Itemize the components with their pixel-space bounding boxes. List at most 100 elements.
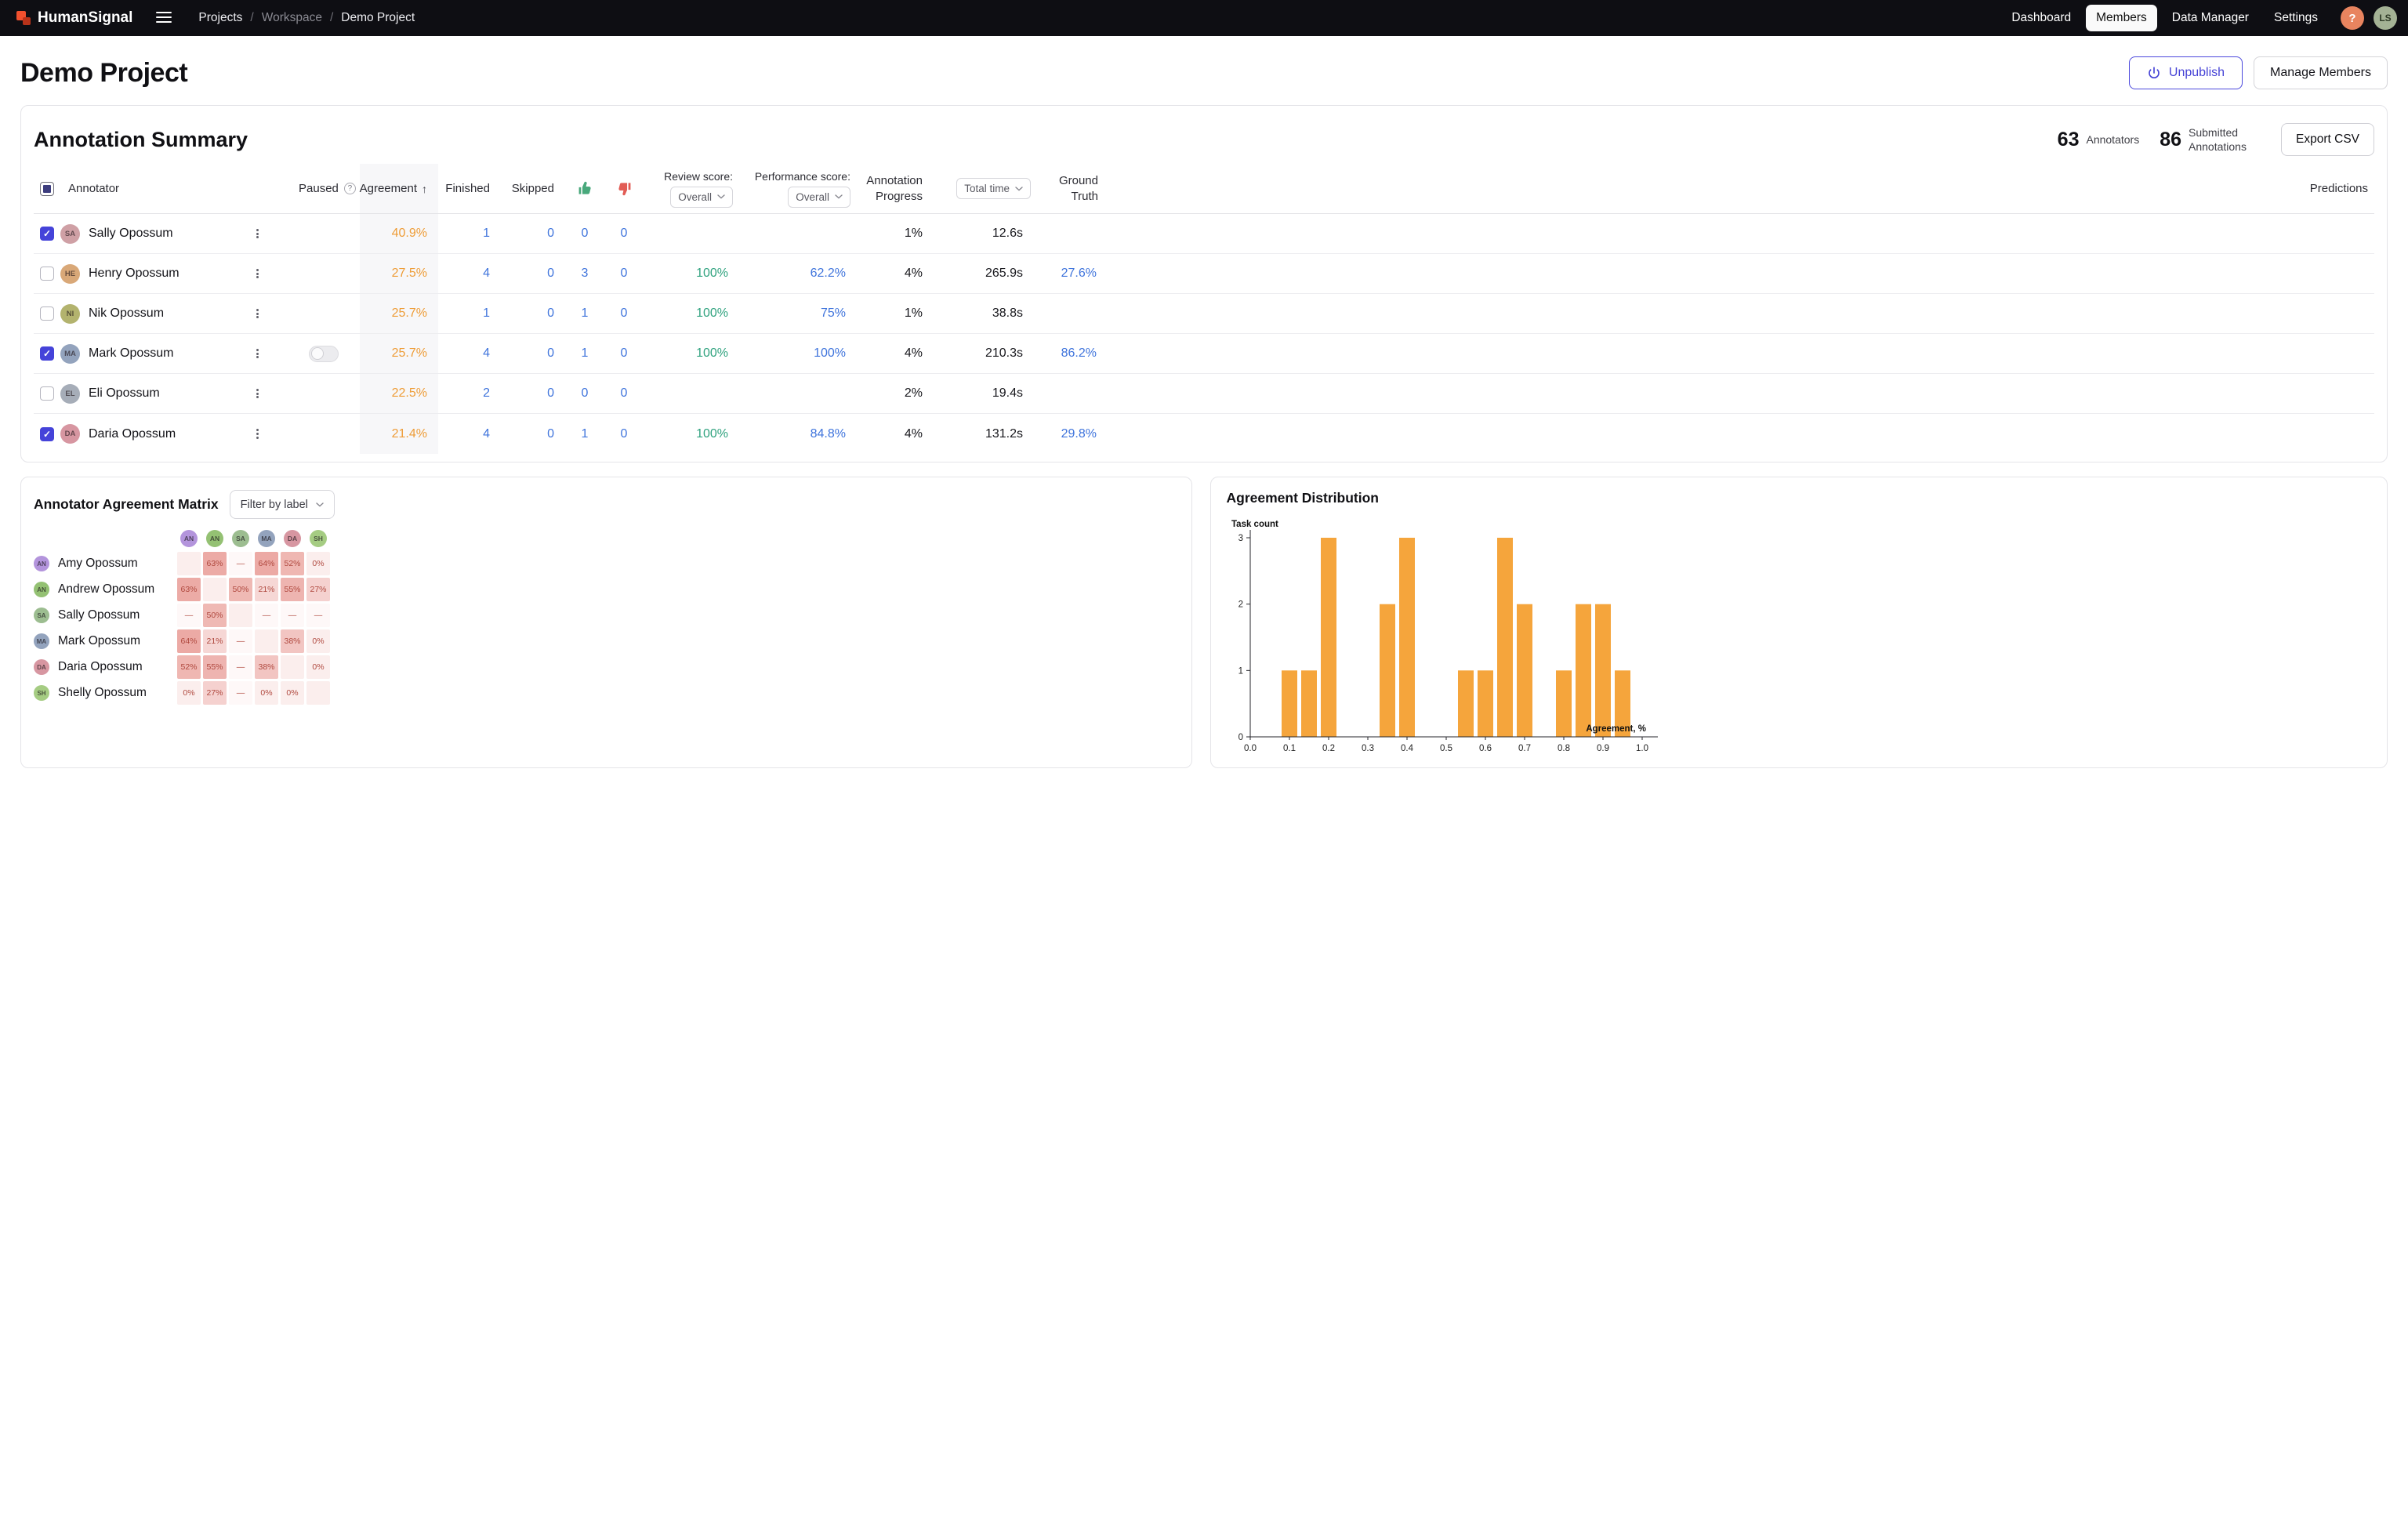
accepted-count[interactable]: 1	[582, 346, 589, 361]
performance-score-value[interactable]: 84.8%	[811, 427, 846, 441]
skipped-count[interactable]: 0	[547, 427, 554, 441]
skipped-cell: 0	[501, 414, 565, 454]
total-time-cell: 38.8s	[934, 294, 1034, 333]
row-menu-icon[interactable]	[254, 225, 261, 242]
row-menu-icon[interactable]	[254, 426, 261, 443]
agreement-distribution-chart: 01230.00.10.20.30.40.50.60.70.80.91.0Tas…	[1227, 511, 2372, 762]
skipped-count[interactable]: 0	[547, 386, 554, 401]
skipped-count[interactable]: 0	[547, 267, 554, 281]
filter-by-label-select[interactable]: Filter by label	[230, 490, 335, 519]
review-score-value[interactable]: 100%	[696, 427, 728, 441]
annotator-name[interactable]: Mark Opossum	[89, 346, 173, 361]
row-menu-icon[interactable]	[254, 345, 261, 362]
review-score-value[interactable]: 100%	[696, 306, 728, 321]
rejected-cell: 0	[604, 294, 644, 333]
table-body: SASally Opossum40.9%10001%12.6sHEHenry O…	[34, 214, 2374, 454]
performance-score-value[interactable]: 75%	[821, 306, 846, 321]
performance-score-select[interactable]: Overall	[788, 187, 850, 208]
breadcrumb: Projects/Workspace/Demo Project	[198, 11, 415, 25]
row-checkbox[interactable]	[40, 427, 54, 441]
avatar: MA	[60, 344, 80, 364]
nav-link-settings[interactable]: Settings	[2264, 5, 2328, 31]
accepted-cell: 3	[565, 254, 604, 293]
row-checkbox[interactable]	[40, 386, 54, 401]
column-agreement-header[interactable]: Agreement ↑	[360, 164, 438, 213]
matrix-cell: 0%	[306, 655, 330, 679]
ground-truth-value[interactable]: 86.2%	[1061, 346, 1097, 361]
breadcrumb-projects[interactable]: Projects	[198, 11, 242, 25]
matrix-cell: 64%	[177, 629, 201, 653]
skipped-count[interactable]: 0	[547, 346, 554, 361]
hamburger-menu-icon[interactable]	[150, 8, 178, 29]
review-score-value[interactable]: 100%	[696, 346, 728, 361]
breadcrumb-workspace[interactable]: Workspace	[262, 11, 322, 25]
accepted-count[interactable]: 0	[582, 227, 589, 241]
row-menu-icon[interactable]	[254, 385, 261, 402]
rejected-count[interactable]: 0	[621, 306, 628, 321]
rejected-count[interactable]: 0	[621, 267, 628, 281]
export-csv-button[interactable]: Export CSV	[2281, 123, 2374, 156]
nav-link-members[interactable]: Members	[2086, 5, 2157, 31]
ground-truth-value[interactable]: 29.8%	[1061, 427, 1097, 441]
row-checkbox[interactable]	[40, 306, 54, 321]
histogram-bar	[1282, 670, 1297, 737]
skipped-count[interactable]: 0	[547, 306, 554, 321]
review-score-cell: 100%	[644, 414, 739, 454]
annotator-name[interactable]: Henry Opossum	[89, 267, 180, 281]
agreement-distribution-card: Agreement Distribution 01230.00.10.20.30…	[1210, 477, 2388, 768]
row-menu-icon[interactable]	[254, 265, 261, 282]
avatar: SH	[34, 685, 49, 701]
annotator-name[interactable]: Sally Opossum	[89, 227, 173, 241]
annotator-name[interactable]: Eli Opossum	[89, 386, 160, 401]
unpublish-button[interactable]: Unpublish	[2129, 56, 2243, 89]
skipped-cell: 0	[501, 254, 565, 293]
manage-members-button[interactable]: Manage Members	[2254, 56, 2388, 89]
avatar: SH	[310, 530, 327, 547]
finished-count[interactable]: 1	[483, 227, 490, 241]
finished-count[interactable]: 4	[483, 346, 490, 361]
review-score-value[interactable]: 100%	[696, 267, 728, 281]
finished-count[interactable]: 4	[483, 267, 490, 281]
nav-link-dashboard[interactable]: Dashboard	[2001, 5, 2081, 31]
help-button[interactable]: ?	[2341, 6, 2364, 30]
row-checkbox[interactable]	[40, 267, 54, 281]
row-checkbox[interactable]	[40, 227, 54, 241]
accepted-count[interactable]: 0	[582, 386, 589, 401]
matrix-cell	[203, 578, 227, 601]
total-time-select[interactable]: Total time	[956, 178, 1031, 199]
agreement-value: 21.4%	[392, 427, 427, 441]
matrix-cell: 0%	[281, 681, 304, 705]
accepted-count[interactable]: 3	[582, 267, 589, 281]
finished-count[interactable]: 1	[483, 306, 490, 321]
rejected-count[interactable]: 0	[621, 227, 628, 241]
breadcrumb-demo-project[interactable]: Demo Project	[341, 11, 415, 25]
thumbs-up-icon	[578, 181, 593, 196]
rejected-count[interactable]: 0	[621, 346, 628, 361]
svg-text:3: 3	[1238, 534, 1242, 543]
paused-help-icon[interactable]: ?	[344, 183, 356, 194]
accepted-count[interactable]: 1	[582, 306, 589, 321]
skipped-count[interactable]: 0	[547, 227, 554, 241]
performance-score-value[interactable]: 62.2%	[811, 267, 846, 281]
ground-truth-value[interactable]: 27.6%	[1061, 267, 1097, 281]
paused-toggle[interactable]	[309, 346, 339, 362]
matrix-row: ANAmy Opossum63%—64%52%0%	[34, 552, 1179, 575]
brand[interactable]: HumanSignal	[16, 9, 132, 27]
column-paused-header: Paused ?	[288, 164, 360, 213]
annotator-name[interactable]: Daria Opossum	[89, 427, 176, 441]
matrix-cell: —	[229, 681, 252, 705]
rejected-count[interactable]: 0	[621, 386, 628, 401]
annotator-name[interactable]: Nik Opossum	[89, 306, 164, 321]
review-score-select[interactable]: Overall	[670, 187, 733, 208]
accepted-count[interactable]: 1	[582, 427, 589, 441]
finished-count[interactable]: 4	[483, 427, 490, 441]
select-all-checkbox[interactable]	[40, 182, 54, 196]
user-avatar[interactable]: LS	[2374, 6, 2397, 30]
row-menu-icon[interactable]	[254, 305, 261, 322]
row-checkbox[interactable]	[40, 346, 54, 361]
matrix-column: AN	[177, 530, 201, 547]
rejected-count[interactable]: 0	[621, 427, 628, 441]
nav-link-data-manager[interactable]: Data Manager	[2162, 5, 2259, 31]
performance-score-value[interactable]: 100%	[814, 346, 846, 361]
finished-count[interactable]: 2	[483, 386, 490, 401]
